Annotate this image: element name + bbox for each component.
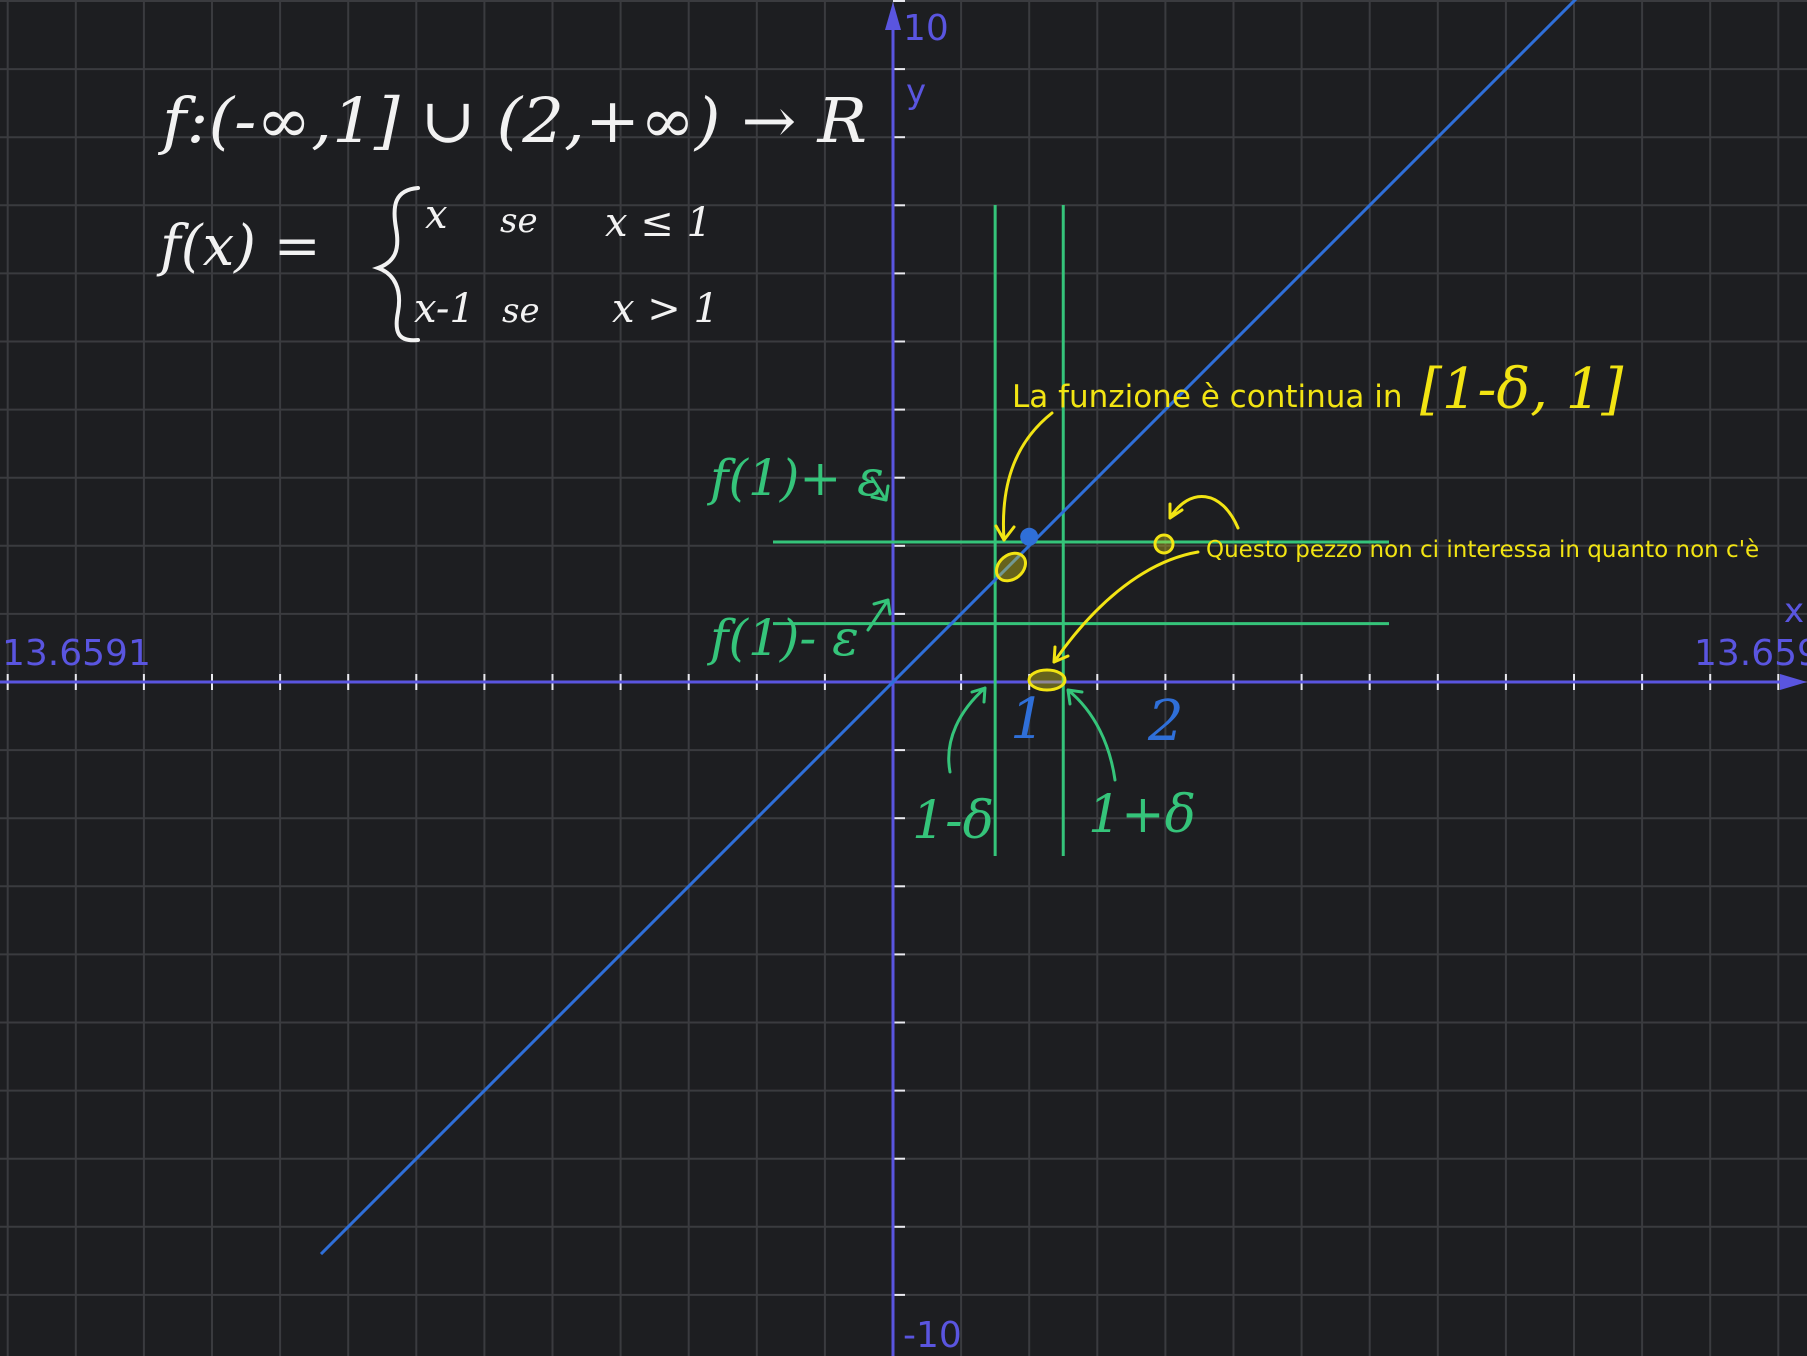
grid-lines — [0, 0, 1807, 1356]
domain-line: f:(-∞,1] ∪ (2,+∞) → R — [158, 84, 867, 157]
function-definition: f:(-∞,1] ∪ (2,+∞) → R f(x) = x se x ≤ 1 … — [156, 84, 867, 343]
brace-icon — [372, 186, 420, 343]
case-2-expr: x-1 — [414, 286, 475, 332]
highlight-point-on-line — [995, 551, 1027, 583]
case-1-expr: x — [425, 192, 448, 238]
epsilon-delta-lines — [773, 205, 1389, 856]
epsilon-delta-labels: f(1)+ ε f(1)- ε 1-δ 1+δ — [706, 449, 1196, 851]
highlight-small-circle — [1153, 533, 1175, 555]
continuity-text: La funzione è continua in — [1012, 379, 1403, 415]
arrow-minus-epsilon-icon — [866, 598, 892, 632]
case-2-cond: x > 1 — [612, 286, 719, 332]
fx-label: f(x) = — [156, 214, 321, 279]
x-axis-max-label: 13.659 — [1694, 633, 1807, 674]
y-axis-max-label: 10 — [903, 8, 949, 49]
arrow-curl-icon — [1168, 494, 1240, 530]
y-axis-name: y — [906, 72, 926, 112]
filled-point — [1020, 527, 1039, 546]
case-1-word: se — [500, 201, 538, 241]
arrow-to-axis-icon — [1052, 550, 1200, 664]
case-1-cond: x ≤ 1 — [605, 200, 712, 246]
x-axis-arrow-icon — [1780, 674, 1807, 690]
piece-note: Questo pezzo non ci interessa in quanto … — [1206, 537, 1759, 563]
x-axis-name: x — [1784, 591, 1804, 631]
x-axis-min-label: 13.6591 — [2, 633, 151, 674]
arrow-one-plus-delta-icon — [1066, 688, 1117, 782]
graph-canvas[interactable]: 13.6591 13.659 10 -10 y x f:(-∞,1] ∪ (2,… — [0, 0, 1807, 1356]
one-minus-delta-label: 1-δ — [912, 791, 994, 851]
y-axis-min-label: -10 — [903, 1315, 962, 1356]
f-minus-epsilon-label: f(1)- ε — [706, 609, 859, 667]
tick-one-label: 1 — [1010, 687, 1046, 752]
interval-label: [1-δ, 1] — [1420, 357, 1623, 422]
arrow-continuity-icon — [994, 411, 1054, 542]
tick-two-label: 2 — [1147, 689, 1184, 754]
case-2-word: se — [502, 291, 540, 331]
arrow-one-minus-delta-icon — [947, 686, 987, 774]
f-plus-epsilon-label: f(1)+ ε — [706, 449, 884, 507]
y-axis-arrow-icon — [885, 2, 901, 30]
highlight-axis — [1027, 668, 1067, 692]
yellow-annotations: La funzione è continua in [1-δ, 1] Quest… — [994, 357, 1759, 692]
function-line — [319, 0, 1578, 1256]
one-plus-delta-label: 1+δ — [1088, 785, 1196, 845]
